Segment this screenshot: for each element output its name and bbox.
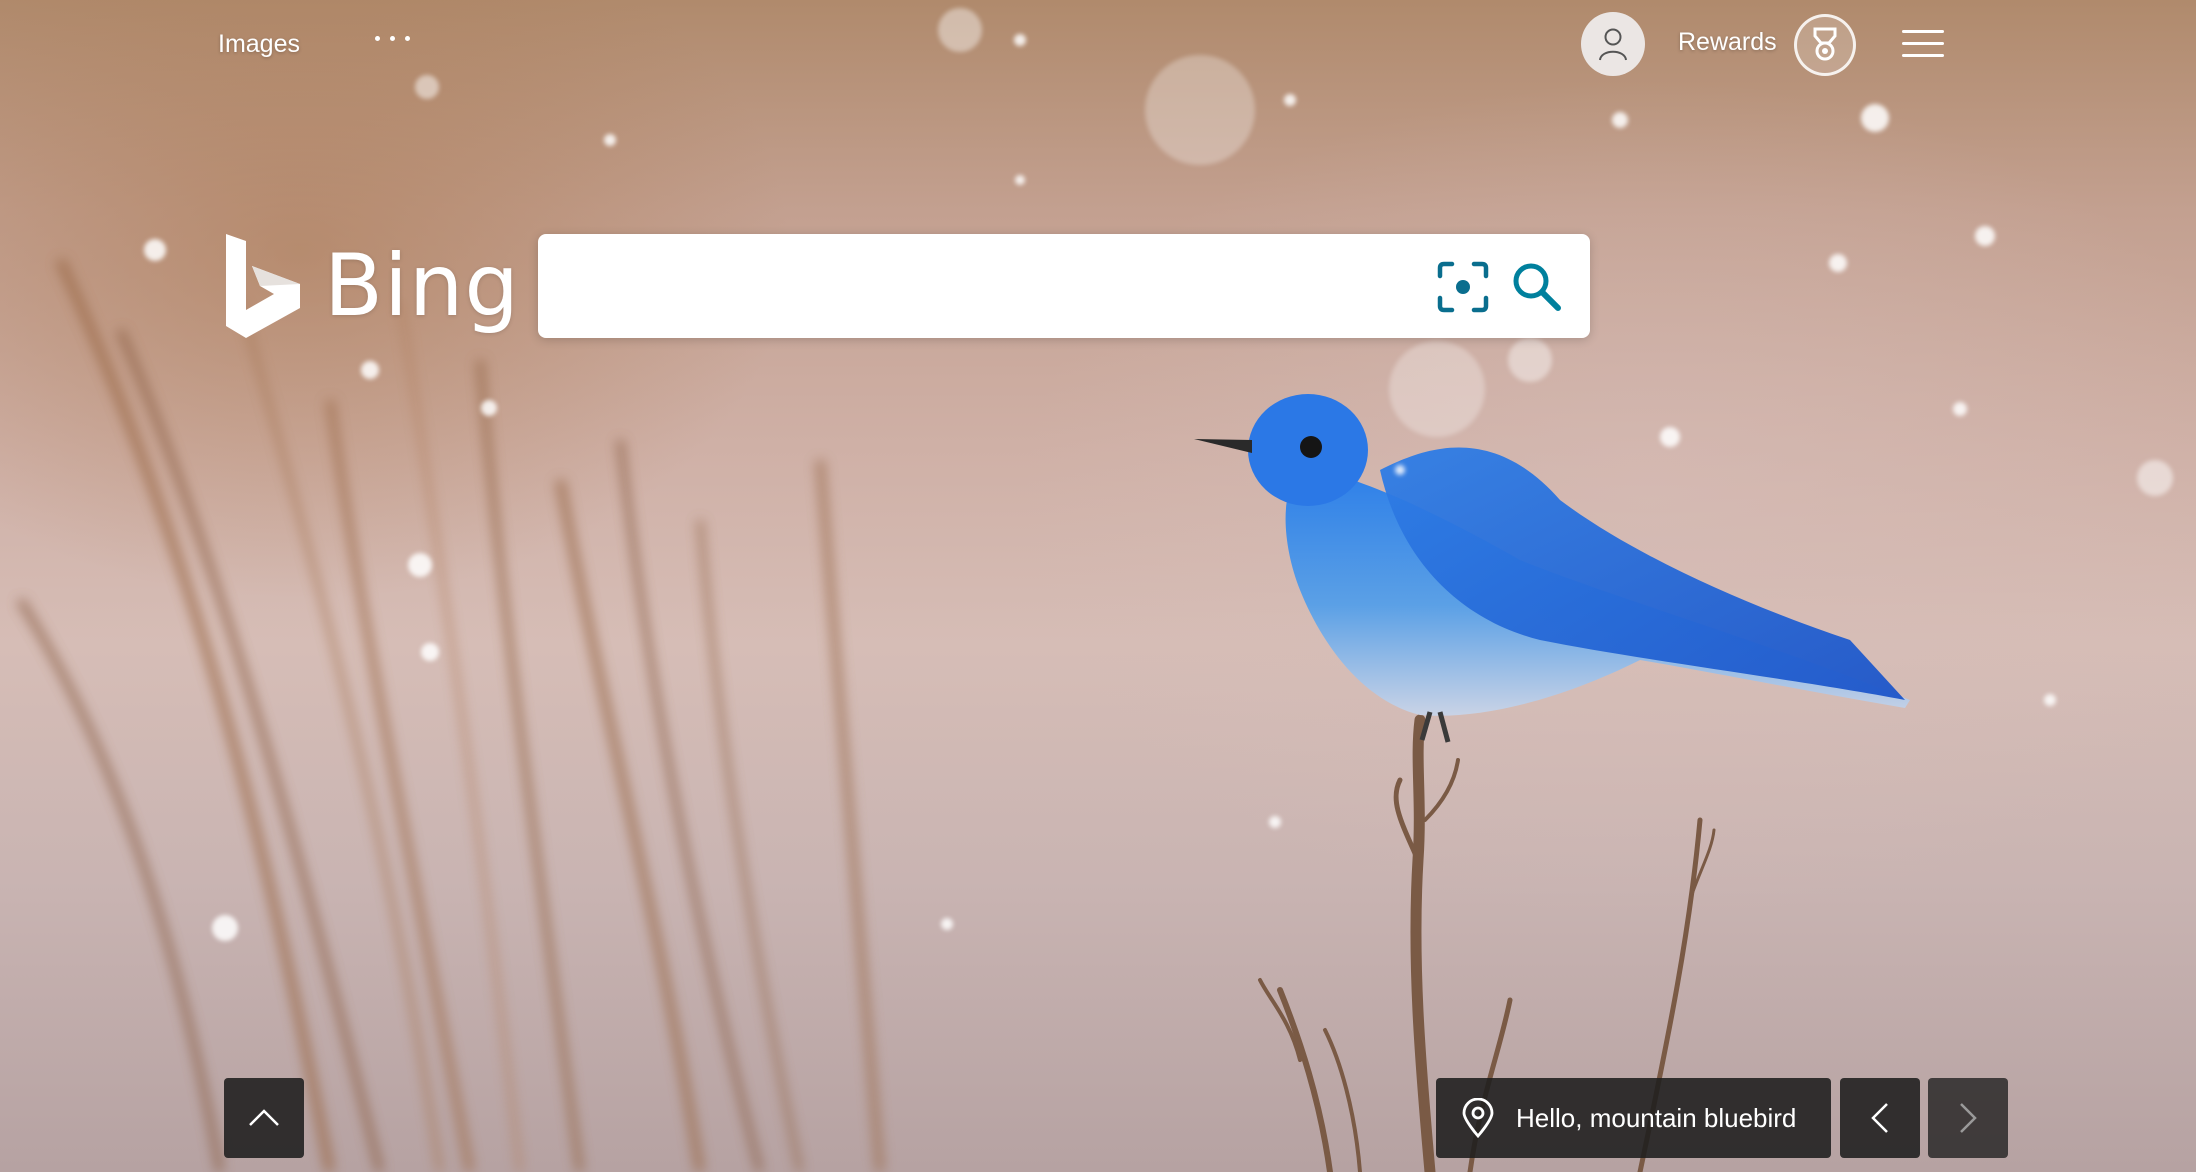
ellipsis-icon[interactable] [372,26,418,50]
visual-search-icon[interactable] [1436,260,1490,314]
rewards-link[interactable]: Rewards [1678,28,1777,57]
image-caption-button[interactable]: Hello, mountain bluebird [1436,1078,1831,1158]
previous-image-button[interactable] [1840,1078,1920,1158]
search-icon[interactable] [1510,260,1564,314]
search-input[interactable] [562,256,1416,318]
homepage: Images Rewards Bing Hello, mountain blue… [0,0,2196,1172]
hamburger-icon[interactable] [1902,28,1944,60]
background-image [16,8,2173,1172]
medal-glyph [1813,27,1837,61]
chevron-left-icon [1871,1103,1888,1133]
chevron-right-icon [1960,1103,1977,1133]
bing-wordmark: Bing [324,236,520,336]
chevron-up-icon [249,1109,279,1126]
bing-logo[interactable]: Bing [226,232,520,340]
images-link[interactable]: Images [218,30,300,59]
user-glyph [1599,28,1627,61]
search-box [538,234,1590,338]
next-image-button[interactable] [1928,1078,2008,1158]
scroll-up-button[interactable] [224,1078,304,1158]
user-icon[interactable] [1581,12,1645,76]
location-pin-icon [1462,1098,1494,1138]
medal-icon[interactable] [1794,14,1856,76]
caption-text: Hello, mountain bluebird [1516,1102,1797,1133]
bing-logo-icon [226,234,300,338]
